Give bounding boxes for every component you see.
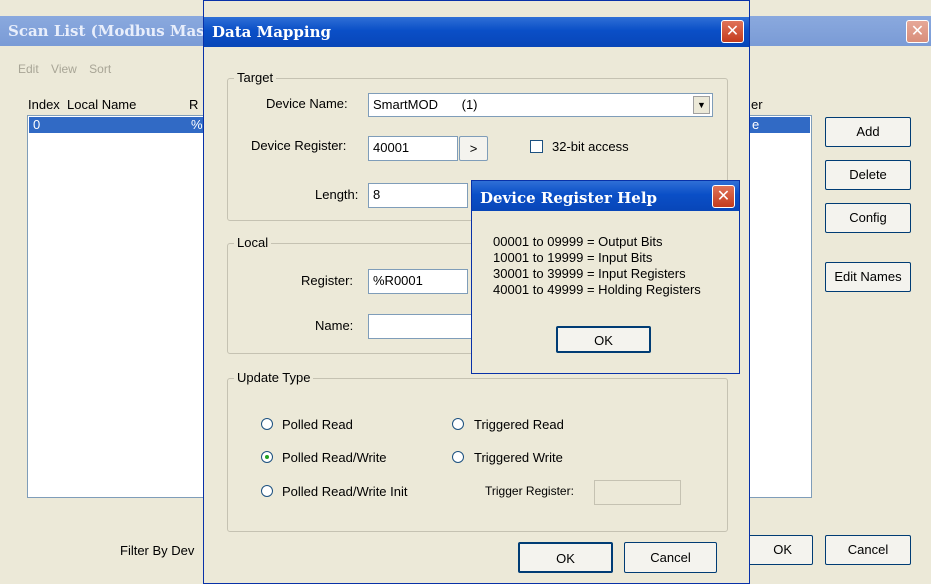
data-mapping-cancel-button[interactable]: Cancel: [624, 542, 717, 573]
table-cell-r: %: [191, 117, 203, 132]
update-type-group-label: Update Type: [234, 370, 314, 385]
device-name-label: Device Name:: [266, 96, 348, 111]
scan-list-close-icon[interactable]: ✕: [906, 20, 929, 43]
access-32bit-checkbox[interactable]: [530, 140, 543, 153]
scan-list-ok-label: OK: [773, 542, 792, 557]
menu-view[interactable]: View: [51, 62, 77, 76]
menu-sort[interactable]: Sort: [89, 62, 111, 76]
triggered-read-label[interactable]: Triggered Read: [474, 417, 564, 432]
scan-list-title: Scan List (Modbus Mas: [8, 22, 205, 40]
scan-list-cancel-button[interactable]: Cancel: [825, 535, 911, 565]
target-group-label: Target: [234, 70, 277, 85]
data-mapping-titlebar[interactable]: Data Mapping ✕: [204, 17, 749, 47]
polled-read-write-init-radio[interactable]: [261, 485, 273, 497]
polled-read-label[interactable]: Polled Read: [282, 417, 353, 432]
device-name-dropdown[interactable]: SmartMOD (1) ▼: [368, 93, 713, 117]
device-register-help-button[interactable]: >: [459, 136, 488, 161]
config-button[interactable]: Config: [825, 203, 911, 233]
data-mapping-ok-button[interactable]: OK: [518, 542, 613, 573]
edit-names-button[interactable]: Edit Names: [825, 262, 911, 292]
triggered-write-radio[interactable]: [452, 451, 464, 463]
local-group-label: Local: [234, 235, 272, 250]
local-register-input[interactable]: %R0001: [368, 269, 468, 294]
column-header-er[interactable]: er: [751, 97, 763, 112]
table-cell-index: 0: [33, 117, 41, 132]
help-ok-button[interactable]: OK: [556, 326, 651, 353]
add-button[interactable]: Add: [825, 117, 911, 147]
access-32bit-label[interactable]: 32-bit access: [552, 139, 629, 154]
triggered-write-label[interactable]: Triggered Write: [474, 450, 563, 465]
table-cell-er: e: [752, 117, 760, 132]
help-line-holding-registers: 40001 to 49999 = Holding Registers: [493, 282, 701, 297]
column-header-index[interactable]: Index: [28, 97, 60, 112]
help-close-icon[interactable]: ✕: [712, 185, 735, 208]
trigger-register-label: Trigger Register:: [485, 484, 574, 498]
filter-by-device-label: Filter By Dev: [120, 543, 195, 558]
delete-button[interactable]: Delete: [825, 160, 911, 190]
menu-edit[interactable]: Edit: [18, 62, 39, 76]
help-text: 00001 to 09999 = Output Bits 10001 to 19…: [493, 234, 701, 298]
data-mapping-close-icon[interactable]: ✕: [721, 20, 744, 43]
device-register-label: Device Register:: [251, 138, 347, 153]
device-name-id: (1): [461, 97, 478, 112]
help-line-input-bits: 10001 to 19999 = Input Bits: [493, 250, 653, 265]
data-mapping-title: Data Mapping: [212, 23, 331, 41]
column-header-r[interactable]: R: [189, 97, 198, 112]
polled-read-radio[interactable]: [261, 418, 273, 430]
help-titlebar[interactable]: Device Register Help ✕: [472, 181, 739, 211]
device-name-value: SmartMOD: [373, 97, 438, 112]
triggered-read-radio[interactable]: [452, 418, 464, 430]
help-title: Device Register Help: [480, 189, 658, 207]
dropdown-arrow-icon[interactable]: ▼: [693, 96, 710, 114]
local-name-input[interactable]: [368, 314, 478, 339]
polled-read-write-radio[interactable]: [261, 451, 273, 463]
local-register-label: Register:: [301, 273, 354, 288]
length-input[interactable]: 8: [368, 183, 468, 208]
device-register-input[interactable]: 40001: [368, 136, 458, 161]
length-label: Length:: [315, 187, 359, 202]
column-header-local-name[interactable]: Local Name: [67, 97, 136, 112]
device-register-help-dialog: Device Register Help ✕ 00001 to 09999 = …: [471, 180, 740, 374]
help-line-input-registers: 30001 to 39999 = Input Registers: [493, 266, 686, 281]
polled-read-write-init-label[interactable]: Polled Read/Write Init: [282, 484, 408, 499]
trigger-register-input: [594, 480, 681, 505]
scan-list-menubar: Edit View Sort: [18, 62, 111, 76]
local-name-label: Name:: [315, 318, 354, 333]
polled-read-write-label[interactable]: Polled Read/Write: [282, 450, 387, 465]
help-line-output-bits: 00001 to 09999 = Output Bits: [493, 234, 663, 249]
